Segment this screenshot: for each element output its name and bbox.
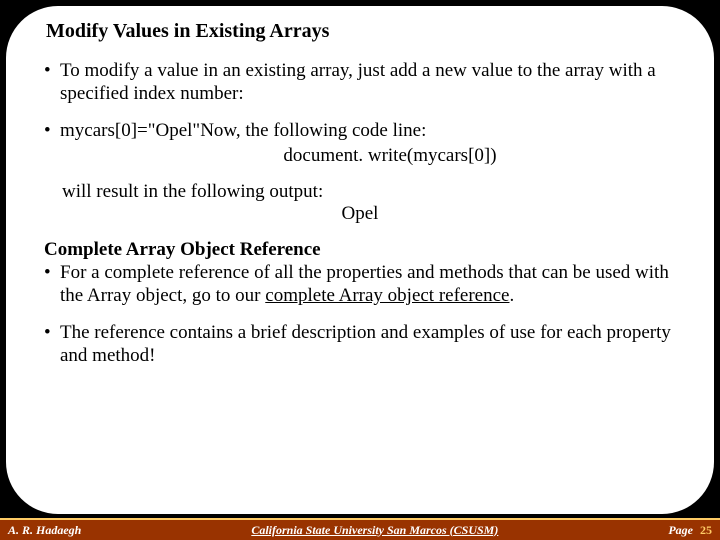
bullet-2: • mycars[0]="Opel"Now, the following cod… xyxy=(42,119,678,142)
bullet-3: • For a complete reference of all the pr… xyxy=(42,261,678,307)
bullet-1: • To modify a value in an existing array… xyxy=(42,59,678,105)
bullet-4: • The reference contains a brief descrip… xyxy=(42,321,678,367)
footer-institution: California State University San Marcos (… xyxy=(81,523,668,538)
slide-title: Modify Values in Existing Arrays xyxy=(46,20,678,43)
footer-page-number: 25 xyxy=(700,523,712,537)
reference-link[interactable]: complete Array object reference xyxy=(265,285,509,306)
bullet-dot: • xyxy=(42,59,60,105)
bullet-1-text: To modify a value in an existing array, … xyxy=(60,59,678,105)
bullet-dot: • xyxy=(42,119,60,142)
result-value: Opel xyxy=(42,203,678,225)
bullet-3-text: For a complete reference of all the prop… xyxy=(60,261,678,307)
subheading: Complete Array Object Reference xyxy=(44,239,678,261)
footer-page: Page 25 xyxy=(668,523,712,538)
bullet-dot: • xyxy=(42,261,60,307)
footer-author: A. R. Hadaegh xyxy=(8,523,81,538)
bullet-2-codeline: document. write(mycars[0]) xyxy=(42,145,678,167)
bullet-2-rest: Now, the following code line: xyxy=(200,120,426,141)
footer-bar: A. R. Hadaegh California State Universit… xyxy=(0,518,720,540)
bullet-4-text: The reference contains a brief descripti… xyxy=(60,321,678,367)
bullet-dot: • xyxy=(42,321,60,367)
result-lead: will result in the following output: xyxy=(62,181,678,203)
bullet-3-post: . xyxy=(509,285,514,306)
bullet-2-text: mycars[0]="Opel"Now, the following code … xyxy=(60,119,678,142)
bullet-2-code-assign: mycars[0]="Opel" xyxy=(60,120,200,141)
slide-body: Modify Values in Existing Arrays • To mo… xyxy=(6,6,714,514)
footer-page-label: Page xyxy=(668,523,693,537)
